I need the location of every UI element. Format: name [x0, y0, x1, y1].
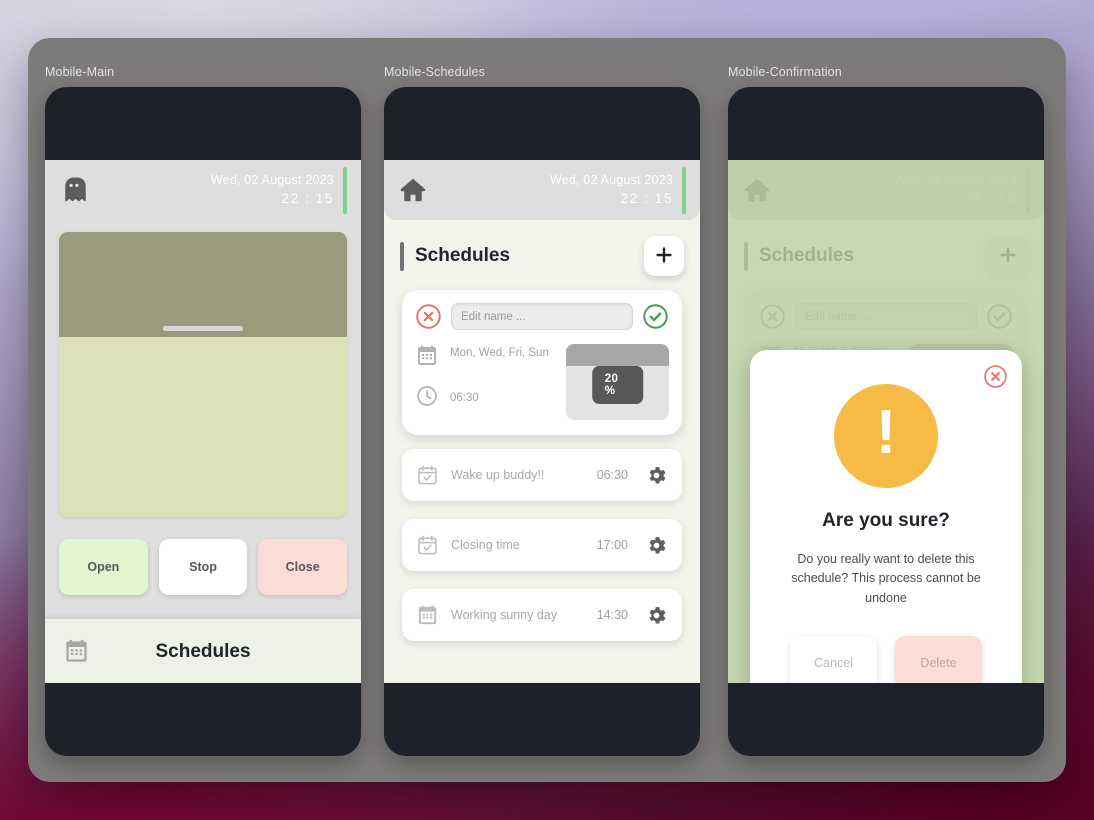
page-title: Schedules: [415, 245, 511, 266]
stop-button[interactable]: Stop: [158, 539, 248, 595]
gear-icon[interactable]: [645, 534, 668, 557]
panel-label-schedules: Mobile-Schedules: [384, 65, 485, 79]
panel-label-main: Mobile-Main: [45, 65, 115, 79]
circle-check-icon[interactable]: [642, 303, 669, 330]
calendar-check-icon: [416, 464, 439, 487]
panel-label-confirmation: Mobile-Confirmation: [728, 65, 842, 79]
schedule-row-2[interactable]: Closing time 17:00: [402, 519, 682, 571]
schedules-nav-bar[interactable]: Schedules: [45, 619, 361, 683]
accent-bar: [343, 166, 347, 214]
screen-confirmation: Wed, 02 August 2023 22 : 15 Schedules: [728, 160, 1044, 683]
exclamation-mark: !: [875, 398, 897, 467]
edit-time-value: 06:30: [450, 391, 479, 404]
dialog-title: Are you sure?: [822, 510, 950, 531]
gear-icon[interactable]: [645, 464, 668, 487]
schedules-nav-label: Schedules: [155, 640, 251, 662]
confirmation-dialog: ! Are you sure? Do you really want to de…: [750, 350, 1022, 683]
circle-x-icon[interactable]: [415, 303, 442, 330]
close-button[interactable]: Close: [258, 539, 348, 595]
schedule-row-time: 06:30: [596, 468, 628, 482]
status-texts: Wed, 02 August 2023 22 : 15: [211, 171, 334, 209]
dialog-actions: Cancel Delete: [772, 636, 1000, 683]
schedule-edit-card: Mon, Wed, Fri, Sun 06:30 20 %: [402, 290, 682, 435]
screen-schedules: Wed, 02 August 2023 22 : 15 Schedules Ed…: [384, 160, 700, 683]
schedule-row-name: Working sunny day: [451, 608, 558, 622]
door-handle: [163, 326, 243, 331]
screen-main: Wed, 02 August 2023 22 : 15 Open Stop Cl…: [45, 160, 361, 683]
main-body: Open Stop Close: [45, 220, 361, 619]
schedules-header: Schedules: [384, 220, 700, 286]
status-time: 22 : 15: [281, 191, 334, 207]
edit-card-body: Mon, Wed, Fri, Sun 06:30 20 %: [415, 344, 669, 420]
schedule-row-time: 14:30: [596, 608, 628, 622]
calendar-check-icon: [416, 534, 439, 557]
home-icon[interactable]: [398, 175, 428, 205]
phone-confirmation: Wed, 02 August 2023 22 : 15 Schedules: [728, 87, 1044, 756]
edit-card-top-row: [415, 303, 669, 330]
phone-main: Wed, 02 August 2023 22 : 15 Open Stop Cl…: [45, 87, 361, 756]
edit-days-row[interactable]: Mon, Wed, Fri, Sun: [415, 344, 556, 373]
exclamation-icon: !: [834, 384, 938, 488]
schedule-row-3[interactable]: Working sunny day 14:30: [402, 589, 682, 641]
delete-button[interactable]: Delete: [895, 636, 982, 683]
status-bar-schedules: Wed, 02 August 2023 22 : 15: [384, 160, 700, 220]
gear-icon[interactable]: [645, 604, 668, 627]
status-bar-main: Wed, 02 August 2023 22 : 15: [45, 160, 361, 220]
calendar-icon: [415, 344, 439, 373]
calendar-icon: [63, 638, 90, 665]
schedule-list: Wake up buddy!! 06:30 Closing time 17:00: [384, 449, 700, 655]
schedule-row-name: Closing time: [451, 538, 520, 552]
layout-frame: Mobile-Main Mobile-Schedules Mobile-Conf…: [28, 38, 1066, 782]
percent-badge: 20 %: [591, 366, 644, 405]
schedule-row-time: 17:00: [596, 538, 628, 552]
door-visualization[interactable]: [59, 232, 347, 517]
edit-card-meta: Mon, Wed, Fri, Sun 06:30: [415, 344, 556, 420]
calendar-icon: [416, 604, 439, 627]
schedule-name-input[interactable]: [451, 303, 633, 330]
open-button[interactable]: Open: [59, 539, 148, 595]
phone-schedules: Wed, 02 August 2023 22 : 15 Schedules Ed…: [384, 87, 700, 756]
cancel-button[interactable]: Cancel: [790, 636, 877, 683]
door-controls: Open Stop Close: [59, 517, 348, 619]
dialog-message: Do you really want to delete this schedu…: [791, 552, 981, 605]
status-bar-right: Wed, 02 August 2023 22 : 15: [211, 166, 347, 214]
edit-days-value: Mon, Wed, Fri, Sun: [450, 347, 549, 359]
status-date: Wed, 02 August 2023: [210, 173, 334, 188]
circle-x-icon[interactable]: [983, 364, 1008, 389]
schedule-row-name: Wake up buddy!!: [451, 468, 545, 482]
title-accent-bar: [400, 241, 404, 271]
ghost-icon: [59, 175, 89, 205]
edit-time-row[interactable]: 06:30: [415, 384, 556, 413]
accent-bar-2: [682, 166, 686, 214]
clock-icon: [415, 384, 439, 413]
status-texts-2: Wed, 02 August 2023 22 : 15: [550, 171, 673, 209]
status-date-2: Wed, 02 August 2023: [549, 173, 673, 188]
plus-icon: [653, 244, 675, 269]
add-schedule-button[interactable]: [644, 236, 684, 276]
door-shutter: [59, 232, 347, 337]
status-bar-right-2: Wed, 02 August 2023 22 : 15: [550, 166, 686, 214]
status-time-2: 22 : 15: [620, 191, 673, 207]
door-preview-slider[interactable]: 20 %: [566, 344, 669, 420]
door-preview-shutter: [566, 344, 669, 366]
schedule-row-1[interactable]: Wake up buddy!! 06:30: [402, 449, 682, 501]
